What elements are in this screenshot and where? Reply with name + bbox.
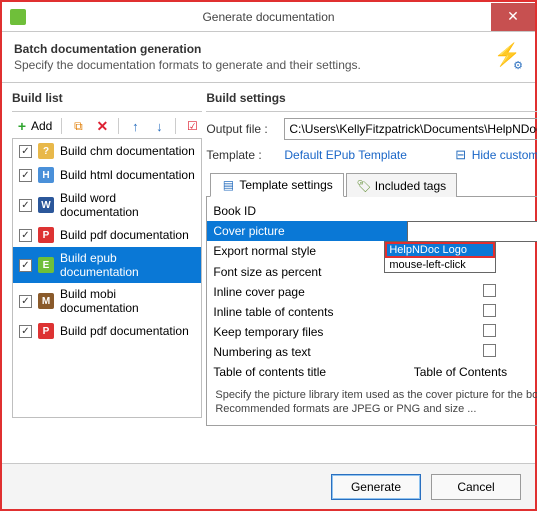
build-list[interactable]: ✓? Build chm documentation ✓ H Build html do… [12, 138, 202, 418]
arrow-up-icon: ↑ [128, 119, 142, 133]
lightning-icon: ⚡⚙ [494, 42, 521, 68]
build-item-label: Build html documentation [60, 168, 195, 182]
build-item-label: Build word documentation [60, 191, 195, 219]
add-button[interactable]: +Add [12, 118, 55, 134]
build-list-item[interactable]: ✓? Build chm documentation [13, 139, 201, 163]
html-icon: H [38, 167, 54, 183]
build-settings-title: Build settings [206, 91, 537, 105]
build-list-item[interactable]: ✓ H Build html documentation [13, 163, 201, 187]
check-all-button[interactable]: ☑ [182, 118, 202, 134]
build-item-checkbox[interactable]: ✓ [19, 295, 32, 308]
template-settings-panel: Book ID Cover picture ▾ Export normal st… [206, 197, 537, 426]
build-item-checkbox[interactable]: ✓ [19, 169, 32, 182]
inline-cover-checkbox[interactable] [483, 284, 496, 297]
mobi-icon: M [38, 293, 54, 309]
build-item-label: Build pdf documentation [60, 228, 189, 242]
build-list-item[interactable]: ✓ M Build mobi documentation [13, 283, 201, 319]
duplicate-icon: ⧉ [71, 119, 85, 133]
build-item-checkbox[interactable]: ✓ [19, 145, 32, 158]
cancel-button[interactable]: Cancel [431, 474, 521, 500]
output-file-label: Output file : [206, 122, 280, 136]
plus-icon: + [15, 119, 29, 133]
settings-grid: Book ID Cover picture ▾ Export normal st… [207, 201, 537, 382]
duplicate-button[interactable]: ⧉ [68, 118, 88, 134]
template-label: Template : [206, 148, 280, 162]
dropdown-option-mouse[interactable]: mouse-left-click [385, 258, 495, 272]
window-title: Generate documentation [2, 10, 535, 24]
dialog-footer: Generate Cancel [2, 463, 535, 509]
build-item-label: Build mobi documentation [60, 287, 195, 315]
epub-icon: E [38, 257, 54, 273]
build-list-item[interactable]: ✓ E Build epub documentation [13, 247, 201, 283]
tab-template-settings[interactable]: ▤ Template settings [210, 173, 343, 197]
header-subtitle: Specify the documentation formats to gen… [14, 58, 523, 72]
included-tags-icon: 🏷 [357, 179, 371, 193]
word-icon: W [38, 197, 54, 213]
build-item-checkbox[interactable]: ✓ [19, 229, 32, 242]
gear-icon: ⚙ [513, 59, 523, 72]
header: Batch documentation generation Specify t… [2, 32, 535, 78]
app-icon [10, 9, 26, 25]
inline-toc-checkbox[interactable] [483, 304, 496, 317]
collapse-icon: ⊟ [454, 148, 468, 162]
build-item-label: Build epub documentation [60, 251, 195, 279]
build-list-item[interactable]: ✓ P Build pdf documentation [13, 223, 201, 247]
build-item-label: Build pdf documentation [60, 324, 189, 338]
close-button[interactable]: ✕ [491, 3, 535, 31]
arrow-down-icon: ↓ [152, 119, 166, 133]
template-settings-icon: ▤ [221, 178, 235, 192]
pdf-icon: P [38, 323, 54, 339]
build-list-title: Build list [12, 91, 202, 105]
chm-icon: ? [38, 143, 54, 159]
generate-button[interactable]: Generate [331, 474, 421, 500]
row-inline-toc[interactable]: Inline table of contents [207, 302, 537, 322]
row-keep-temp[interactable]: Keep temporary files [207, 322, 537, 342]
delete-icon: ✕ [95, 119, 109, 133]
row-inline-cover[interactable]: Inline cover page [207, 282, 537, 302]
row-book-id[interactable]: Book ID [207, 201, 537, 221]
output-file-field[interactable]: C:\Users\KellyFitzpatrick\Documents\Help… [284, 118, 537, 140]
row-cover-picture[interactable]: Cover picture ▾ [207, 221, 537, 241]
row-numbering[interactable]: Numbering as text [207, 342, 537, 362]
build-item-checkbox[interactable]: ✓ [19, 325, 32, 338]
keep-temp-checkbox[interactable] [483, 324, 496, 337]
header-title: Batch documentation generation [14, 42, 523, 56]
build-item-label: Build chm documentation [60, 144, 195, 158]
dropdown-option-logo[interactable]: HelpNDoc Logo [385, 242, 495, 258]
cover-picture-dropdown[interactable]: HelpNDoc Logo mouse-left-click [384, 241, 496, 273]
move-up-button[interactable]: ↑ [125, 118, 145, 134]
move-down-button[interactable]: ↓ [149, 118, 169, 134]
setting-hint: Specify the picture library item used as… [207, 382, 537, 418]
numbering-checkbox[interactable] [483, 344, 496, 357]
build-list-toolbar: +Add ⧉ ✕ ↑ ↓ ☑ [12, 118, 202, 134]
check-icon: ☑ [185, 119, 199, 133]
row-toc-title[interactable]: Table of contents titleTable of Contents [207, 362, 537, 382]
tab-included-tags[interactable]: 🏷 Included tags [346, 173, 457, 197]
build-list-item[interactable]: ✓ P Build pdf documentation [13, 319, 201, 343]
title-bar: Generate documentation ✕ [2, 2, 535, 32]
build-item-checkbox[interactable]: ✓ [19, 259, 32, 272]
delete-button[interactable]: ✕ [92, 118, 112, 134]
build-list-item[interactable]: ✓ W Build word documentation [13, 187, 201, 223]
tabs: ▤ Template settings 🏷 Included tags [206, 170, 537, 197]
template-link[interactable]: Default EPub Template [284, 148, 407, 162]
hide-customization-link[interactable]: ⊟ Hide customization [454, 148, 537, 162]
pdf-icon: P [38, 227, 54, 243]
build-item-checkbox[interactable]: ✓ [19, 199, 32, 212]
